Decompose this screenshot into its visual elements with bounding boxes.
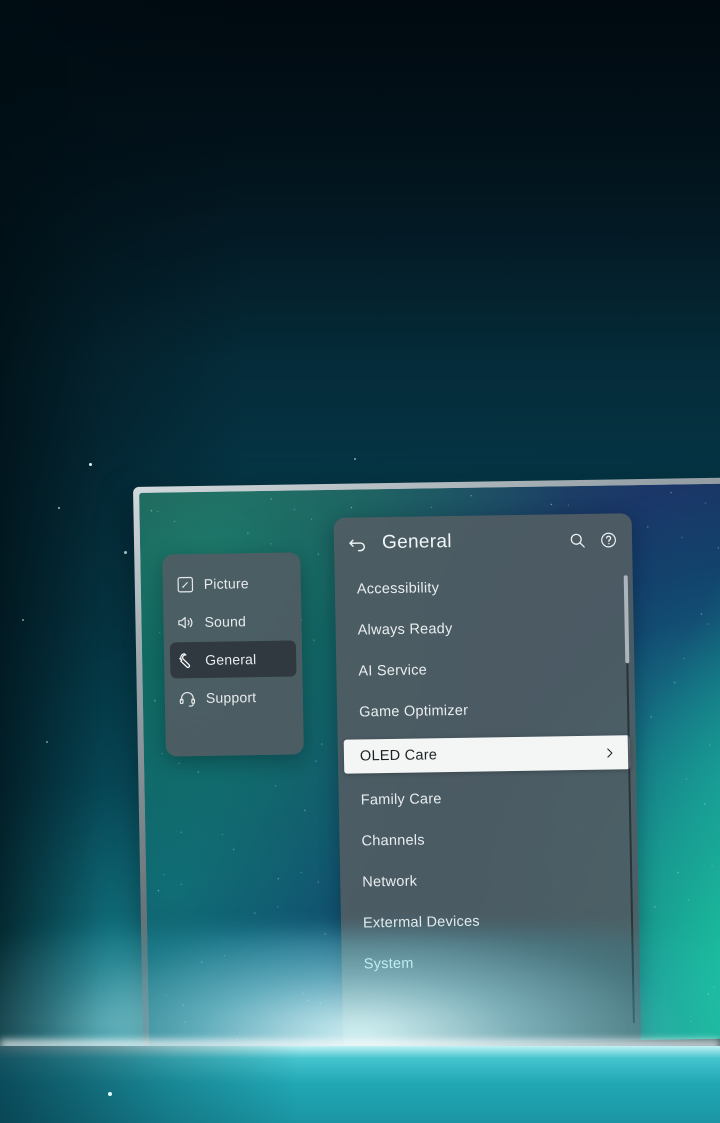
- content-header: General: [334, 513, 633, 570]
- menu-item-accessibility[interactable]: Accessibility: [335, 571, 633, 604]
- menu-item-label: Always Ready: [357, 620, 453, 639]
- menu-item-label: AI Service: [358, 662, 428, 680]
- menu-item-label: Accessibility: [356, 580, 440, 598]
- menu-item-network[interactable]: Network: [340, 864, 638, 897]
- ambient-star: [354, 458, 356, 460]
- sidebar-item-picture[interactable]: Picture: [168, 564, 295, 602]
- menu-item-label: Channels: [361, 832, 425, 850]
- sidebar-item-label: Support: [205, 689, 257, 706]
- sidebar-item-label: Sound: [204, 613, 247, 630]
- menu-item-game-optimizer[interactable]: Game Optimizer: [337, 694, 635, 727]
- sidebar-item-support[interactable]: Support: [171, 678, 298, 716]
- sidebar-item-sound[interactable]: Sound: [169, 602, 296, 640]
- ambient-star: [58, 507, 60, 509]
- menu-item-oled-care[interactable]: OLED Care: [343, 735, 631, 774]
- menu-item-label: Extermal Devices: [362, 913, 480, 932]
- sidebar-item-label: Picture: [203, 575, 249, 592]
- menu-item-channels[interactable]: Channels: [339, 823, 637, 856]
- picture-icon: [176, 575, 195, 594]
- wrench-icon: [177, 651, 196, 670]
- menu-item-always-ready[interactable]: Always Ready: [335, 612, 633, 645]
- sidebar-item-general[interactable]: General: [169, 640, 297, 679]
- settings-sidebar: Picture Sound General Support: [162, 552, 304, 757]
- ambient-star: [124, 551, 127, 554]
- general-settings-menu: Accessibility Always Ready AI Service Ga…: [335, 571, 640, 979]
- back-arrow-icon[interactable]: [347, 532, 369, 554]
- menu-item-family-care[interactable]: Family Care: [339, 782, 637, 815]
- page-title: General: [381, 531, 452, 554]
- menu-item-label: OLED Care: [359, 747, 438, 765]
- chevron-right-icon: [603, 746, 616, 759]
- menu-item-label: Game Optimizer: [359, 702, 469, 721]
- menu-item-label: Network: [362, 873, 418, 891]
- sound-icon: [176, 613, 195, 632]
- ambient-star: [89, 463, 92, 466]
- ambient-scene: Picture Sound General Support General Ac…: [0, 0, 720, 1123]
- floor-left-shadow: [0, 1046, 300, 1123]
- menu-item-label: Family Care: [360, 791, 442, 809]
- ambient-star: [22, 619, 24, 621]
- ambient-star: [108, 1092, 112, 1096]
- sidebar-item-label: General: [205, 651, 257, 668]
- ambient-star: [46, 741, 48, 743]
- menu-item-ai-service[interactable]: AI Service: [336, 653, 634, 686]
- headset-icon: [178, 689, 197, 708]
- search-icon[interactable]: [568, 530, 587, 549]
- help-circle-icon[interactable]: [599, 530, 618, 549]
